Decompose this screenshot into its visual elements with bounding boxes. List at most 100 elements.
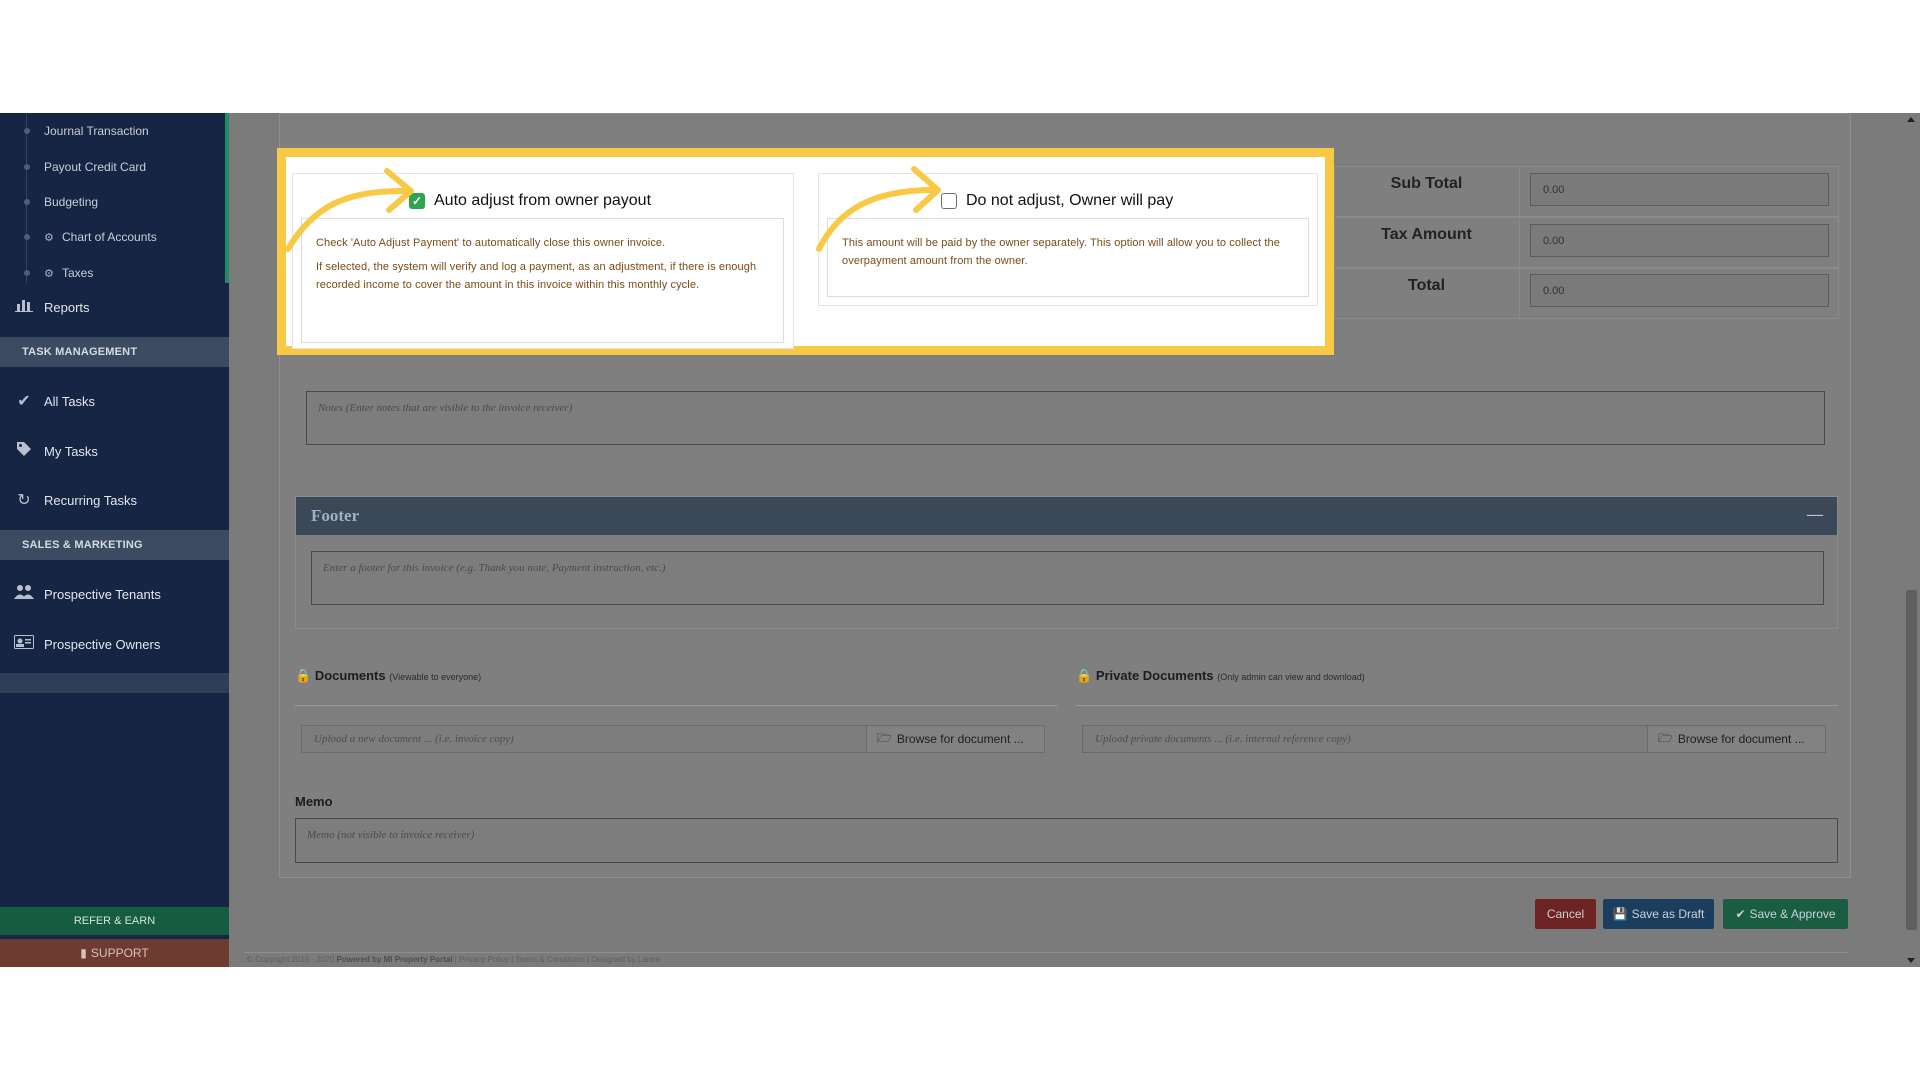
browse-label: Browse for document ... (1677, 732, 1805, 746)
powered-by-link[interactable]: Powered by MI Property Portal (337, 955, 453, 964)
memo-input[interactable]: Memo (not visible to invoice receiver) (295, 818, 1838, 863)
folder-open-icon: 🗁 (877, 730, 892, 745)
footer-panel: Footer — Enter a footer for this invoice… (295, 496, 1838, 629)
footer-input[interactable]: Enter a footer for this invoice (e.g. Th… (311, 551, 1824, 605)
floppy-disk-icon: 💾 (1612, 907, 1628, 921)
gear-icon: ⚙ (44, 231, 54, 244)
sidebar-item-prospective-owners[interactable]: Prospective Owners (0, 620, 229, 668)
checkmark-icon: ✔ (17, 393, 31, 410)
copyright-prefix: © Copyright 2016 - 2020 (247, 955, 335, 964)
footer-title: Footer (311, 506, 360, 525)
check-circle-icon: ✔ (1735, 907, 1746, 921)
total-field: 0.00 (1530, 274, 1829, 307)
sidebar-item-label: Budgeting (44, 195, 99, 209)
section-heading-sales-marketing: SALES & MARKETING (0, 530, 229, 560)
no-adjust-label: Do not adjust, Owner will pay (966, 192, 1174, 209)
browse-document-button[interactable]: 🗁 Browse for document ... (866, 725, 1045, 753)
gear-icon: ⚙ (44, 267, 54, 280)
auto-adjust-option[interactable]: ✓ Auto adjust from owner payout (409, 192, 651, 210)
documents-title: Documents (314, 668, 386, 683)
support-label: SUPPORT (90, 946, 149, 960)
bullet-icon (24, 270, 30, 276)
tag-icon (13, 441, 35, 462)
no-adjust-option[interactable]: Do not adjust, Owner will pay (941, 192, 1173, 210)
cancel-button[interactable]: Cancel (1535, 899, 1596, 929)
sidebar-item-chart-of-accounts[interactable]: ⚙ Chart of Accounts (0, 219, 229, 255)
sidebar-item-prospective-tenants[interactable]: Prospective Tenants (0, 570, 229, 618)
section-heading-task-management: TASK MANAGEMENT (0, 337, 229, 367)
copyright-divider (244, 952, 1849, 953)
designed-by: | Designed by Lanna (586, 955, 661, 964)
highlighted-payment-options: ✓ Auto adjust from owner payout Check 'A… (277, 148, 1334, 355)
sidebar: Journal Transaction Payout Credit Card B… (0, 113, 229, 967)
save-draft-label: Save as Draft (1631, 907, 1705, 921)
sidebar-item-label: All Tasks (44, 393, 96, 409)
auto-adjust-label: Auto adjust from owner payout (434, 192, 652, 209)
private-documents-divider (1076, 705, 1838, 706)
sidebar-item-label: Prospective Tenants (44, 586, 161, 602)
auto-adjust-card: ✓ Auto adjust from owner payout Check 'A… (292, 173, 794, 349)
sidebar-item-label: Payout Credit Card (44, 160, 147, 174)
no-adjust-desc-1: This amount will be paid by the owner se… (842, 237, 1280, 267)
sidebar-item-label: Chart of Accounts (62, 230, 157, 244)
browse-label: Browse for document ... (896, 732, 1024, 746)
sidebar-item-payout-credit-card[interactable]: Payout Credit Card (0, 149, 229, 185)
support-button[interactable]: ▮ SUPPORT (0, 939, 229, 967)
scrollbar-thumb[interactable] (1906, 590, 1917, 930)
save-draft-button[interactable]: 💾 Save as Draft (1603, 899, 1714, 929)
notes-input[interactable]: Notes (Enter notes that are visible to t… (306, 391, 1825, 445)
memo-label: Memo (295, 794, 333, 809)
id-card-icon (13, 634, 35, 654)
folder-open-icon: 🗁 (1658, 730, 1673, 745)
refer-earn-button[interactable]: REFER & EARN (0, 907, 229, 935)
auto-adjust-desc-2: If selected, the system will verify and … (316, 261, 757, 291)
bullet-icon (24, 234, 30, 240)
sub-total-field: 0.00 (1530, 173, 1829, 206)
sidebar-item-label: My Tasks (44, 443, 98, 459)
sidebar-divider (0, 673, 229, 693)
bar-chart-icon (13, 298, 35, 317)
sidebar-item-label: Journal Transaction (44, 124, 149, 138)
sidebar-item-recurring-tasks[interactable]: ↻ Recurring Tasks (0, 476, 229, 524)
private-documents-title: Private Documents (1095, 668, 1214, 683)
auto-adjust-desc-1: Check 'Auto Adjust Payment' to automatic… (316, 237, 666, 249)
book-icon: ▮ (80, 946, 87, 960)
documents-divider (295, 705, 1057, 706)
sidebar-item-label: Recurring Tasks (44, 492, 137, 508)
document-upload-input[interactable]: Upload a new document ... (i.e. invoice … (301, 725, 867, 753)
sidebar-item-all-tasks[interactable]: ✔ All Tasks (0, 377, 229, 425)
total-label: Total (1407, 277, 1446, 294)
tax-amount-field: 0.00 (1530, 224, 1829, 257)
private-document-upload-input[interactable]: Upload private documents ... (i.e. inter… (1082, 725, 1648, 753)
copyright-text: © Copyright 2016 - 2020 Powered by MI Pr… (247, 955, 660, 964)
documents-subtitle: (Viewable to everyone) (389, 672, 482, 682)
sidebar-item-label: Reports (44, 299, 90, 315)
save-approve-button[interactable]: ✔ Save & Approve (1723, 899, 1848, 929)
footer-header: Footer — (296, 497, 1837, 535)
sidebar-item-journal-transaction[interactable]: Journal Transaction (0, 113, 229, 149)
checkbox-checked-icon[interactable]: ✓ (409, 193, 425, 209)
sidebar-item-reports[interactable]: Reports (0, 283, 229, 331)
private-documents-subtitle: (Only admin can view and download) (1217, 672, 1365, 682)
no-adjust-card: Do not adjust, Owner will pay This amoun… (818, 173, 1318, 306)
sidebar-item-my-tasks[interactable]: My Tasks (0, 427, 229, 475)
sidebar-item-budgeting[interactable]: Budgeting (0, 184, 229, 220)
documents-heading: 🔒 Documents (Viewable to everyone) (295, 668, 481, 684)
scroll-down-arrow-icon[interactable] (1907, 958, 1915, 963)
bullet-icon (24, 164, 30, 170)
checkbox-unchecked-icon[interactable] (941, 193, 957, 209)
sidebar-item-label: Taxes (62, 266, 94, 280)
no-adjust-description: This amount will be paid by the owner se… (827, 218, 1309, 297)
refresh-icon: ↻ (17, 492, 31, 509)
policy-links[interactable]: | Privacy Policy | Terms & Conditions (455, 955, 585, 964)
auto-adjust-description: Check 'Auto Adjust Payment' to automatic… (301, 218, 784, 343)
scrollbar[interactable] (1903, 113, 1920, 967)
bullet-icon (24, 199, 30, 205)
collapse-icon[interactable]: — (1807, 506, 1823, 524)
tax-amount-label: Tax Amount (1381, 226, 1472, 243)
browse-private-document-button[interactable]: 🗁 Browse for document ... (1647, 725, 1826, 753)
lock-icon: 🔒 (295, 668, 312, 683)
users-icon (13, 584, 35, 605)
sub-total-label: Sub Total (1390, 175, 1463, 192)
scroll-up-arrow-icon[interactable] (1907, 117, 1915, 122)
